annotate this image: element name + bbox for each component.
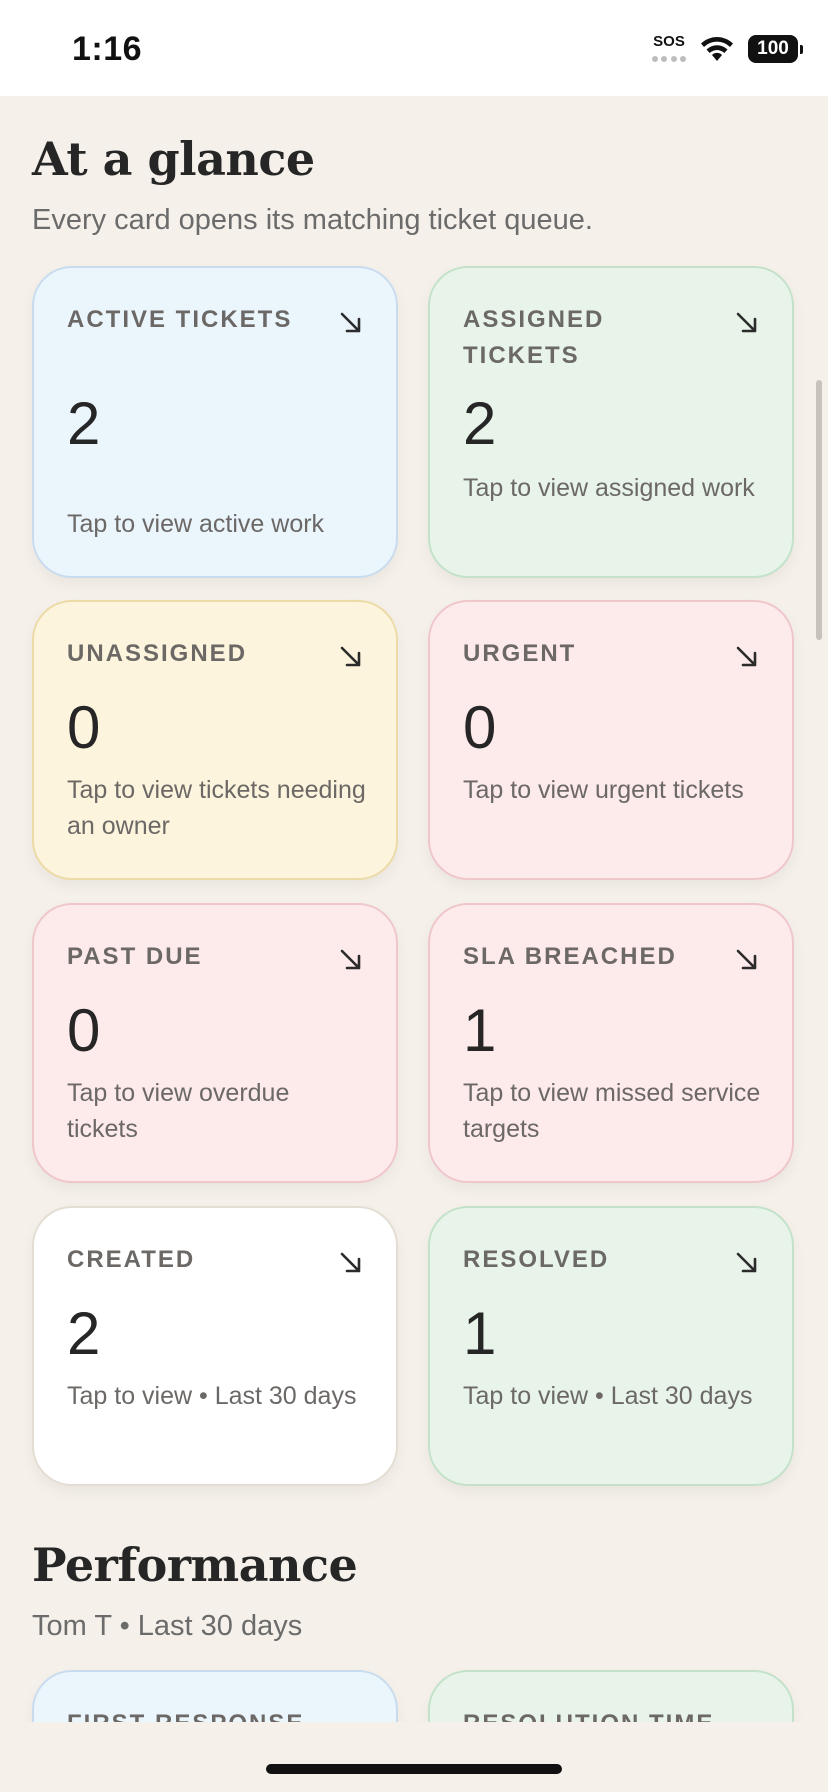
arrow-down-right-icon xyxy=(340,312,361,333)
card-value: 2 xyxy=(67,390,101,457)
card-hint: Tap to view tickets needing an owner xyxy=(67,776,366,840)
card-hint: Tap to view urgent tickets xyxy=(463,776,744,804)
card-hint: Tap to view missed service targets xyxy=(463,1079,761,1143)
wifi-icon xyxy=(701,37,733,61)
dashboard-screen: 1:16 SOS 100 At a glance Every card open… xyxy=(0,0,828,1792)
card-value: 0 xyxy=(67,997,101,1064)
card-assigned-tickets[interactable]: ASSIGNED TICKETS 2 Tap to view assigned … xyxy=(428,266,794,578)
card-value: 2 xyxy=(67,1300,101,1367)
card-hint: Tap to view active work xyxy=(67,510,325,538)
card-urgent[interactable]: URGENT 0 Tap to view urgent tickets xyxy=(428,600,794,880)
card-label: UNASSIGNED xyxy=(67,640,248,667)
card-active-tickets[interactable]: ACTIVE TICKETS 2 Tap to view active work xyxy=(32,266,398,578)
card-label: URGENT xyxy=(463,640,577,667)
card-label: CREATED xyxy=(67,1246,196,1273)
card-hint: Tap to view assigned work xyxy=(463,474,755,502)
arrow-down-right-icon xyxy=(736,312,757,333)
glance-title: At a glance xyxy=(32,132,315,186)
card-hint: Tap to view • Last 30 days xyxy=(67,1382,357,1410)
arrow-down-right-icon xyxy=(736,646,757,667)
card-value: 0 xyxy=(463,694,497,761)
glance-subtitle: Every card opens its matching ticket que… xyxy=(32,204,593,236)
card-label: PAST DUE xyxy=(67,943,203,970)
home-indicator[interactable] xyxy=(266,1764,562,1774)
arrow-down-right-icon xyxy=(340,949,361,970)
arrow-down-right-icon xyxy=(340,646,361,667)
card-label: RESOLVED xyxy=(463,1246,610,1273)
card-value: 2 xyxy=(463,390,497,457)
scrollbar[interactable] xyxy=(816,380,822,640)
card-created[interactable]: CREATED 2 Tap to view • Last 30 days xyxy=(32,1206,398,1486)
card-hint: Tap to view overdue tickets xyxy=(67,1079,290,1143)
card-hint: Tap to view • Last 30 days xyxy=(463,1382,753,1410)
card-value: 0 xyxy=(67,694,101,761)
card-label: ASSIGNED TICKETS xyxy=(463,306,605,369)
card-label: SLA BREACHED xyxy=(463,943,677,970)
status-time: 1:16 xyxy=(72,30,143,68)
performance-title: Performance xyxy=(32,1538,358,1592)
card-sla-breached[interactable]: SLA BREACHED 1 Tap to view missed servic… xyxy=(428,903,794,1183)
arrow-down-right-icon xyxy=(736,1252,757,1273)
card-label: ACTIVE TICKETS xyxy=(67,306,293,333)
card-value: 1 xyxy=(463,1300,497,1367)
status-bar: 1:16 SOS 100 xyxy=(0,0,828,96)
card-unassigned[interactable]: UNASSIGNED 0 Tap to view tickets needing… xyxy=(32,600,398,880)
bottom-safe-area xyxy=(0,1722,828,1792)
status-icons: SOS 100 xyxy=(652,34,803,64)
battery-icon: 100 xyxy=(748,35,803,63)
arrow-down-right-icon xyxy=(340,1252,361,1273)
card-value: 1 xyxy=(463,997,497,1064)
performance-subtitle: Tom T • Last 30 days xyxy=(32,1610,303,1642)
card-resolved[interactable]: RESOLVED 1 Tap to view • Last 30 days xyxy=(428,1206,794,1486)
arrow-down-right-icon xyxy=(736,949,757,970)
card-past-due[interactable]: PAST DUE 0 Tap to view overdue tickets xyxy=(32,903,398,1183)
sos-icon: SOS xyxy=(652,34,686,64)
